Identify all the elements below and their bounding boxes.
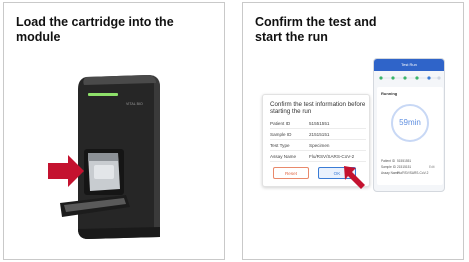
device-brand-label: VITAL BIO <box>126 102 143 106</box>
timer-ring: 59min <box>391 104 429 142</box>
step-card-confirm-test: Confirm the test and start the run Confi… <box>242 2 464 260</box>
info-row-assay-name: Assay Name Flu/RSV/SARS-CoV-2 <box>381 171 429 175</box>
phone-header: Test Run <box>374 59 444 71</box>
dialog-row-test-type: Test Type Specimen <box>270 141 366 151</box>
pointer-arrow-icon <box>344 166 365 189</box>
phone-app-screen: Test Run Running 59min Patient ID 515515… <box>373 58 445 192</box>
dialog-title: Confirm the test information before star… <box>270 101 366 116</box>
run-timer: 59min <box>399 118 421 127</box>
analyzer-device-illustration: VITAL BIO <box>48 75 160 239</box>
dialog-row-assay-name: Assay Name Flu/RSV/SARS-CoV-2 <box>270 152 366 162</box>
run-status: Running <box>381 91 398 96</box>
step-title: Confirm the test and start the run <box>255 15 377 44</box>
edit-link[interactable]: Edit <box>429 165 435 169</box>
reset-button[interactable]: Reset <box>273 167 309 179</box>
progress-steps-icon <box>379 76 441 80</box>
info-row-patient-id: Patient ID 51551551 <box>381 159 412 163</box>
info-row-sample-id: Sample ID 21515151 Edit <box>381 165 435 169</box>
dialog-row-sample-id: Sample ID 21515151 <box>270 130 366 140</box>
step-card-load-cartridge: Load the cartridge into the module VITAL… <box>3 2 225 260</box>
step-title: Load the cartridge into the module <box>16 15 174 44</box>
dialog-row-patient-id: Patient ID 51551551 <box>270 119 366 129</box>
run-status-card: Running 59min Patient ID 51551551 Sample… <box>377 87 443 185</box>
